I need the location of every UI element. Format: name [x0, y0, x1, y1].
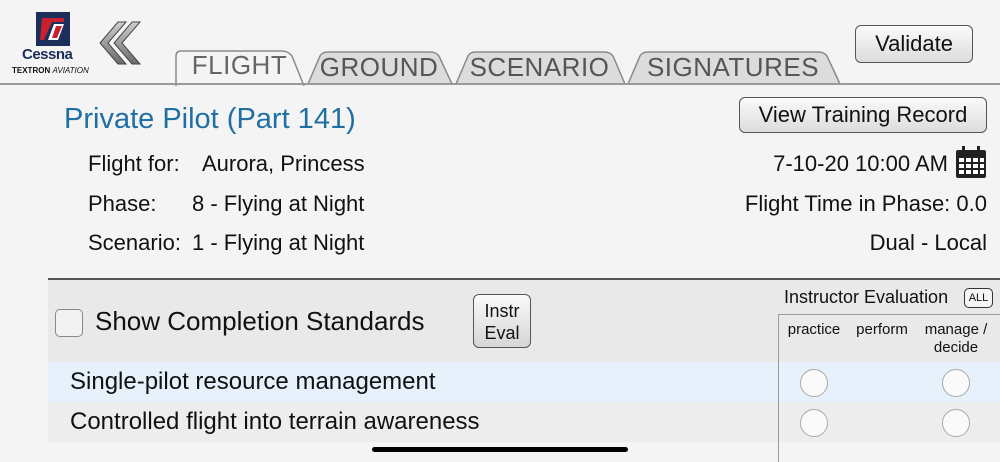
column-manage-line1: manage /	[924, 321, 988, 338]
tab-signatures[interactable]: SIGNATURES	[624, 48, 842, 86]
cessna-logo: Cessna TEXTRON AVIATION	[12, 10, 89, 76]
row-label: Single-pilot resource management	[70, 368, 436, 395]
practice-radio[interactable]	[800, 409, 828, 437]
tab-ground[interactable]: GROUND	[304, 48, 454, 86]
page-title: Private Pilot (Part 141)	[64, 103, 356, 135]
column-perform: perform	[856, 321, 908, 338]
brand-sub-italic: AVIATION	[52, 66, 89, 75]
scenario-label: Scenario:	[88, 230, 181, 255]
tab-ground-label: GROUND	[319, 51, 439, 82]
tab-flight[interactable]: FLIGHT	[172, 46, 307, 86]
table-header: Show Completion Standards Instr Eval Ins…	[48, 280, 1000, 362]
table-row: Single-pilot resource management	[48, 362, 1000, 402]
flight-time-in-phase: Flight Time in Phase: 0.0	[744, 191, 987, 216]
tab-scenario-label: SCENARIO	[469, 51, 610, 82]
calendar-icon[interactable]	[955, 145, 987, 179]
tab-signatures-label: SIGNATURES	[646, 51, 820, 82]
show-completion-standards-label: Show Completion Standards	[95, 306, 425, 336]
instr-eval-line1: Instr	[484, 301, 520, 321]
flight-for-value: Aurora, Princess	[202, 151, 365, 176]
flight-datetime[interactable]: 7-10-20 10:00 AM	[773, 151, 948, 177]
back-chevron-icon[interactable]	[96, 20, 142, 66]
all-button[interactable]: ALL	[964, 288, 993, 308]
phase-label: Phase:	[88, 191, 157, 216]
instr-eval-line2: Eval	[484, 323, 520, 343]
column-manage-decide: manage / decide	[918, 321, 994, 357]
brand-sub-bold: TEXTRON	[12, 66, 51, 75]
instr-eval-button[interactable]: Instr Eval	[473, 294, 531, 348]
column-practice: practice	[787, 321, 841, 338]
column-manage-line2: decide	[933, 339, 979, 356]
tab-bar: FLIGHT GROUND SCENARIO SIGNATURES	[172, 44, 852, 86]
flight-for-label: Flight for:	[88, 151, 180, 176]
tab-flight-label: FLIGHT	[191, 49, 288, 80]
home-indicator[interactable]	[372, 447, 628, 452]
flight-type: Dual - Local	[869, 230, 987, 255]
scenario-value: 1 - Flying at Night	[192, 230, 365, 255]
tab-scenario[interactable]: SCENARIO	[452, 48, 627, 86]
table-row: Controlled flight into terrain awareness	[48, 402, 1000, 442]
instructor-evaluation-label: Instructor Evaluation	[784, 287, 949, 307]
brand-name: Cessna	[22, 46, 73, 63]
manage-decide-radio[interactable]	[942, 369, 970, 397]
validate-button[interactable]: Validate	[855, 25, 973, 63]
evaluation-column-divider	[778, 314, 779, 462]
show-completion-standards-checkbox[interactable]	[55, 309, 83, 337]
evaluation-table: Show Completion Standards Instr Eval Ins…	[48, 280, 1000, 462]
brand-sub: TEXTRON AVIATION	[12, 66, 89, 75]
practice-radio[interactable]	[800, 369, 828, 397]
tab-baseline	[0, 83, 1000, 85]
row-label: Controlled flight into terrain awareness	[70, 408, 480, 435]
header-separator	[778, 314, 1000, 315]
view-training-record-button[interactable]: View Training Record	[739, 97, 987, 133]
phase-value: 8 - Flying at Night	[192, 191, 365, 216]
cessna-logo-icon	[36, 12, 70, 46]
manage-decide-radio[interactable]	[942, 409, 970, 437]
